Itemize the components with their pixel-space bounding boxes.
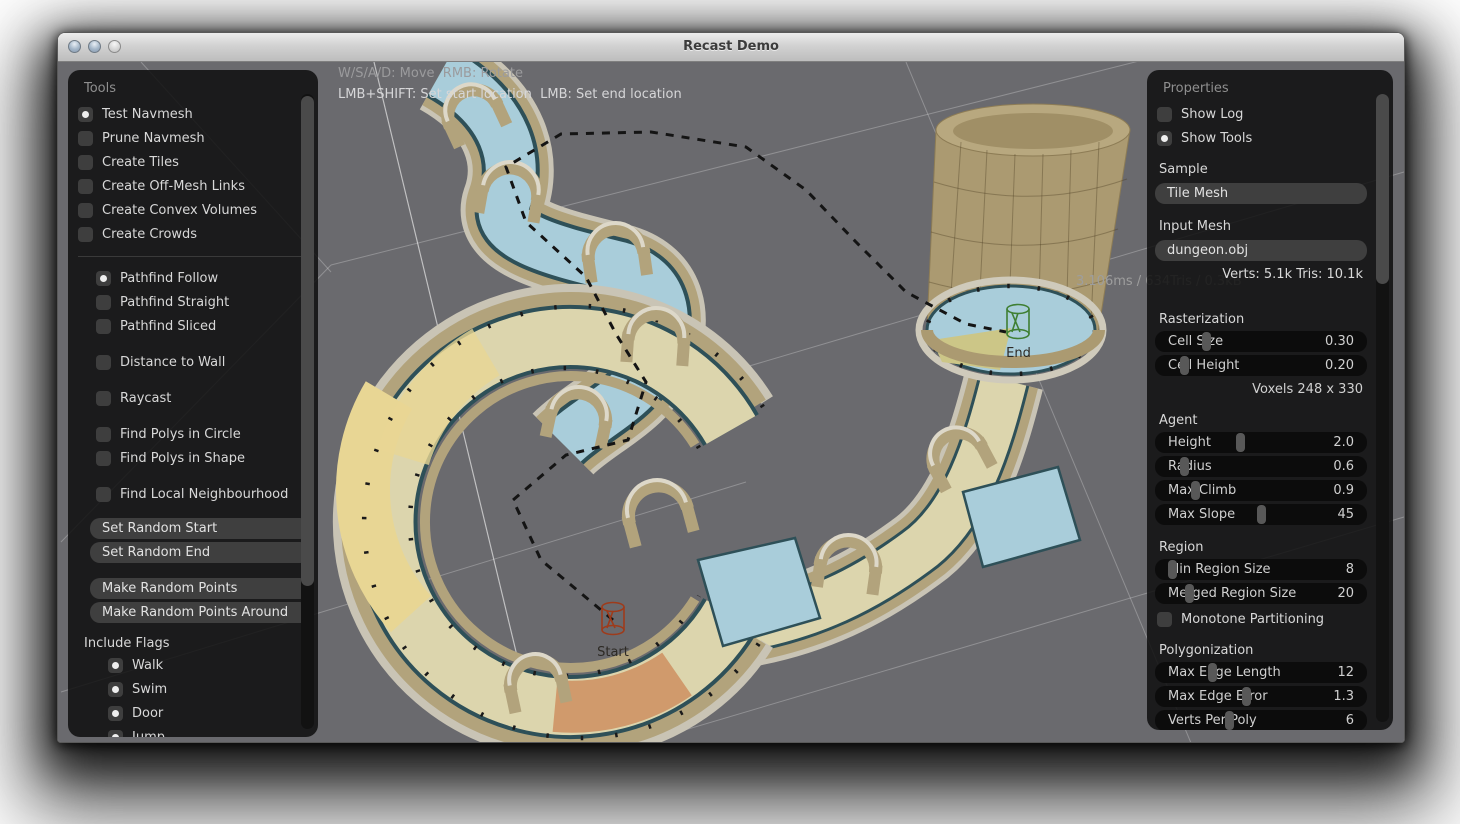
divider <box>78 256 308 257</box>
make-random-points-around-button[interactable]: Make Random Points Around <box>90 602 310 623</box>
mesh-stats: Verts: 5.1k Tris: 10.1k <box>1147 264 1393 286</box>
checkbox-icon <box>1157 131 1172 146</box>
slider-handle[interactable] <box>1208 663 1217 682</box>
slider-handle[interactable] <box>1168 560 1177 579</box>
input-mesh-label: Input Mesh <box>1147 207 1393 238</box>
tools-panel-title: Tools <box>68 70 318 102</box>
agent-height-slider[interactable]: Height2.0 <box>1155 432 1367 453</box>
make-random-points-button[interactable]: Make Random Points <box>90 578 310 599</box>
tool-item-test-navmesh[interactable]: Test Navmesh <box>68 102 318 126</box>
app-window: Recast Demo <box>57 32 1405 743</box>
option-pathfind-follow[interactable]: Pathfind Follow <box>68 266 318 290</box>
window-title: Recast Demo <box>58 33 1404 61</box>
region-title: Region <box>1147 528 1393 559</box>
slider-handle[interactable] <box>1202 332 1211 351</box>
flag-jump[interactable]: Jump <box>68 725 318 737</box>
slider-handle[interactable] <box>1242 687 1251 706</box>
properties-scrollbar-track[interactable] <box>1376 94 1389 722</box>
checkbox-icon <box>108 730 123 738</box>
sample-select[interactable]: Tile Mesh <box>1155 183 1367 204</box>
toggle-show-tools[interactable]: Show Tools <box>1147 126 1393 150</box>
include-flags-label: Include Flags <box>68 626 318 653</box>
option-pathfind-sliced[interactable]: Pathfind Sliced <box>68 314 318 338</box>
title-bar: Recast Demo <box>58 33 1404 62</box>
option-find-polys-circle[interactable]: Find Polys in Circle <box>68 422 318 446</box>
tool-item-create-offmesh-links[interactable]: Create Off-Mesh Links <box>68 174 318 198</box>
checkbox-icon <box>1157 612 1172 627</box>
cell-height-slider[interactable]: Cell Height0.20 <box>1155 355 1367 376</box>
viewport[interactable]: W/S/A/D: Move RMB: Rotate LMB+SHIFT: Set… <box>58 62 1404 743</box>
merged-region-size-slider[interactable]: Merged Region Size20 <box>1155 583 1367 604</box>
toggle-show-log[interactable]: Show Log <box>1147 102 1393 126</box>
radio-icon <box>96 427 111 442</box>
min-region-size-slider[interactable]: Min Region Size8 <box>1155 559 1367 580</box>
option-raycast[interactable]: Raycast <box>68 386 318 410</box>
properties-panel: Properties Show Log Show Tools Sample Ti… <box>1147 70 1393 730</box>
checkbox-icon <box>1157 107 1172 122</box>
tool-item-prune-navmesh[interactable]: Prune Navmesh <box>68 126 318 150</box>
slider-handle[interactable] <box>1185 584 1194 603</box>
properties-scrollbar-thumb[interactable] <box>1376 94 1389 284</box>
radio-icon <box>78 203 93 218</box>
checkbox-icon <box>108 682 123 697</box>
agent-radius-slider[interactable]: Radius0.6 <box>1155 456 1367 477</box>
tools-panel: Tools Test Navmesh Prune Navmesh Create … <box>68 70 318 737</box>
agent-title: Agent <box>1147 401 1393 432</box>
checkbox-icon <box>108 706 123 721</box>
polygonization-title: Polygonization <box>1147 631 1393 662</box>
checkbox-icon <box>108 658 123 673</box>
slider-handle[interactable] <box>1191 481 1200 500</box>
radio-icon <box>78 107 93 122</box>
slider-handle[interactable] <box>1236 433 1245 452</box>
rasterization-title: Rasterization <box>1147 300 1393 331</box>
verts-per-poly-slider[interactable]: Verts Per Poly6 <box>1155 710 1367 730</box>
radio-icon <box>96 487 111 502</box>
option-find-local-neighbourhood[interactable]: Find Local Neighbourhood <box>68 482 318 506</box>
set-random-start-button[interactable]: Set Random Start <box>90 518 310 539</box>
flag-door[interactable]: Door <box>68 701 318 725</box>
radio-icon <box>78 179 93 194</box>
flag-swim[interactable]: Swim <box>68 677 318 701</box>
radio-icon <box>96 355 111 370</box>
voxels-note: Voxels 248 x 330 <box>1147 379 1393 401</box>
tool-item-create-convex-volumes[interactable]: Create Convex Volumes <box>68 198 318 222</box>
input-mesh-select[interactable]: dungeon.obj <box>1155 240 1367 261</box>
radio-icon <box>78 155 93 170</box>
radio-icon <box>96 451 111 466</box>
tools-scrollbar-track[interactable] <box>301 94 314 729</box>
slider-handle[interactable] <box>1225 711 1234 730</box>
sample-label: Sample <box>1147 150 1393 181</box>
toggle-monotone-partitioning[interactable]: Monotone Partitioning <box>1147 607 1393 631</box>
max-edge-error-slider[interactable]: Max Edge Error1.3 <box>1155 686 1367 707</box>
cell-size-slider[interactable]: Cell Size0.30 <box>1155 331 1367 352</box>
flag-walk[interactable]: Walk <box>68 653 318 677</box>
radio-icon <box>96 295 111 310</box>
tools-scrollbar-thumb[interactable] <box>301 96 314 586</box>
tool-item-create-tiles[interactable]: Create Tiles <box>68 150 318 174</box>
set-random-end-button[interactable]: Set Random End <box>90 542 310 563</box>
radio-icon <box>96 391 111 406</box>
radio-icon <box>78 131 93 146</box>
tool-item-create-crowds[interactable]: Create Crowds <box>68 222 318 246</box>
properties-panel-title: Properties <box>1147 70 1393 102</box>
max-climb-slider[interactable]: Max Climb0.9 <box>1155 480 1367 501</box>
radio-icon <box>78 227 93 242</box>
radio-icon <box>96 319 111 334</box>
option-distance-to-wall[interactable]: Distance to Wall <box>68 350 318 374</box>
slider-handle[interactable] <box>1257 505 1266 524</box>
option-find-polys-shape[interactable]: Find Polys in Shape <box>68 446 318 470</box>
max-slope-slider[interactable]: Max Slope45 <box>1155 504 1367 525</box>
max-edge-length-slider[interactable]: Max Edge Length12 <box>1155 662 1367 683</box>
radio-icon <box>96 271 111 286</box>
slider-handle[interactable] <box>1180 356 1189 375</box>
option-pathfind-straight[interactable]: Pathfind Straight <box>68 290 318 314</box>
slider-handle[interactable] <box>1180 457 1189 476</box>
